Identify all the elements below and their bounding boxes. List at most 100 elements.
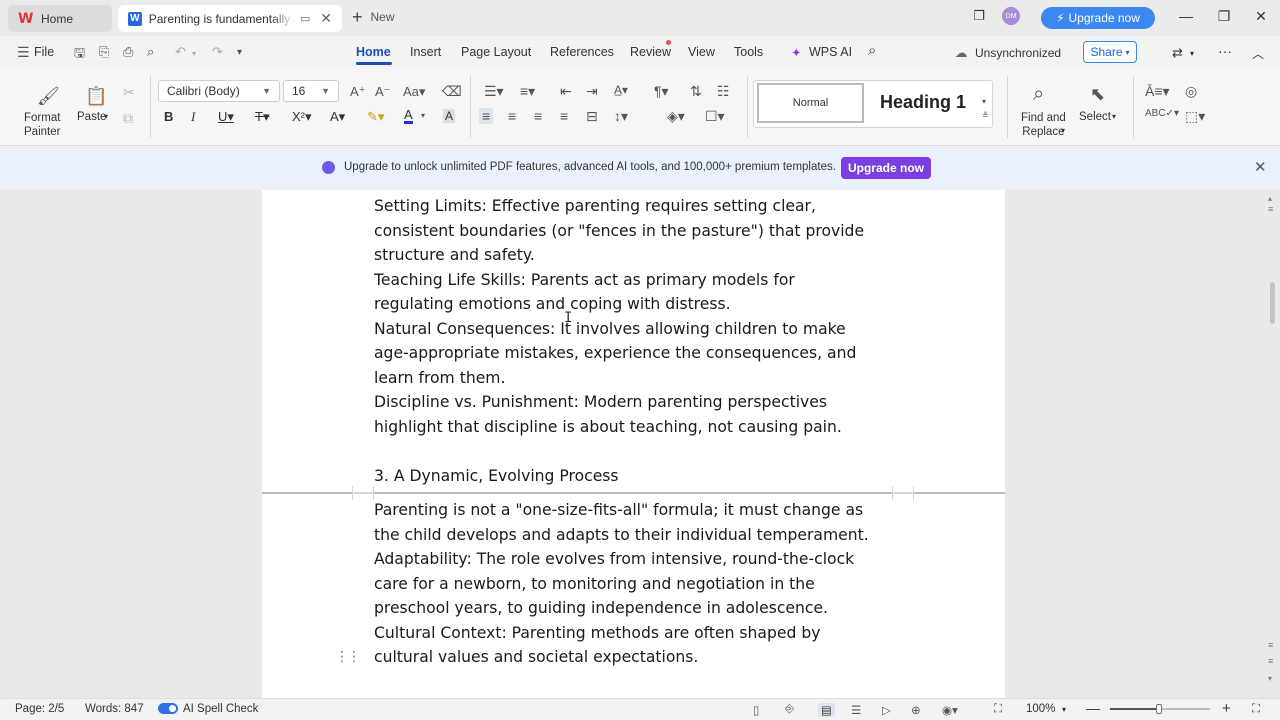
banner-upgrade-button[interactable]: Upgrade now xyxy=(841,157,931,179)
vertical-scrollbar[interactable] xyxy=(1266,190,1280,698)
increase-indent-icon[interactable]: ⇥ xyxy=(586,83,598,100)
collapse-ribbon-icon[interactable]: ︿ xyxy=(1252,45,1264,62)
find-replace-dropdown-icon[interactable]: ▾ xyxy=(1061,126,1065,135)
page2-body[interactable]: Parenting is not a "one-size-fits-all" f… xyxy=(374,498,914,670)
globe-icon[interactable]: ⊕ xyxy=(911,703,921,717)
close-banner-icon[interactable]: ✕ xyxy=(1254,158,1267,176)
layout-switch-icon[interactable]: ⇄ xyxy=(1172,45,1183,61)
menu-tools[interactable]: Tools xyxy=(734,45,763,59)
numbering-icon[interactable]: ≡▾ xyxy=(520,83,535,100)
distributed-icon[interactable]: ⊟ xyxy=(586,108,598,125)
underline-icon[interactable]: U▾ xyxy=(218,109,234,125)
paragraph-mark-icon[interactable]: ¶▾ xyxy=(654,83,669,100)
cut-icon[interactable]: ✂ xyxy=(123,84,135,101)
select-dropdown-icon[interactable]: ▾ xyxy=(1112,112,1116,121)
select-button[interactable]: Select xyxy=(1079,111,1111,123)
zoom-out-icon[interactable]: — xyxy=(1086,700,1100,716)
print-icon[interactable]: ⎙ xyxy=(123,44,133,60)
ai-writing-icon[interactable]: ◎ xyxy=(1185,83,1197,100)
next-page-icon[interactable]: ≡ xyxy=(1268,656,1273,666)
font-color-icon[interactable]: A xyxy=(404,108,413,124)
redo-icon[interactable]: ↷ xyxy=(212,44,223,60)
superscript-icon[interactable]: X²▾ xyxy=(292,109,312,125)
avatar[interactable]: DM xyxy=(1002,7,1020,25)
grow-font-icon[interactable]: A⁺ xyxy=(350,84,366,100)
borders-icon[interactable]: ☐▾ xyxy=(705,108,725,125)
align-center-icon[interactable]: ≡ xyxy=(508,108,516,124)
menu-view[interactable]: View xyxy=(688,45,715,59)
hamburger-icon[interactable]: ☰ xyxy=(17,44,30,61)
page-view-icon[interactable]: ▤ xyxy=(818,703,835,717)
bold-icon[interactable]: B xyxy=(164,109,173,124)
decrease-indent-icon[interactable]: ⇤ xyxy=(560,83,572,100)
menu-references[interactable]: References xyxy=(550,45,614,59)
window-layout-icon[interactable]: ❐ xyxy=(969,8,989,24)
window-mode-icon[interactable]: ▭ xyxy=(300,12,310,25)
more-quick-access-icon[interactable]: ▾ xyxy=(237,47,242,58)
sync-status[interactable]: Unsynchronized xyxy=(975,46,1061,60)
menu-page-layout[interactable]: Page Layout xyxy=(461,45,531,59)
text-effects-icon[interactable]: A▾ xyxy=(330,109,345,125)
page-indicator[interactable]: Page: 2/5 xyxy=(15,703,64,715)
share-button[interactable]: Share ▾ xyxy=(1083,41,1137,63)
font-color-dropdown-icon[interactable]: ▾ xyxy=(421,111,425,120)
spell-check-icon[interactable]: ABC✓▾ xyxy=(1145,108,1179,119)
read-mode-icon[interactable]: ▯ xyxy=(753,703,759,717)
ai-spell-check-toggle[interactable] xyxy=(158,703,178,714)
clear-formatting-icon[interactable]: ⌫ xyxy=(442,83,462,100)
find-replace-button[interactable]: Find and Replace xyxy=(1021,111,1066,139)
align-right-icon[interactable]: ≡ xyxy=(534,108,542,124)
eye-protection-icon[interactable]: ◉▾ xyxy=(942,703,958,717)
close-tab-icon[interactable]: ✕ xyxy=(320,10,332,27)
undo-icon[interactable]: ↶ xyxy=(175,44,186,60)
text-direction-icon[interactable]: A̲▾ xyxy=(614,83,628,97)
menu-wps-ai[interactable]: WPS AI xyxy=(809,45,852,59)
paste-button[interactable]: Paste xyxy=(77,111,106,123)
copy-icon[interactable]: ⧉ xyxy=(123,110,133,127)
bullets-icon[interactable]: ☰▾ xyxy=(484,83,504,100)
format-painter-button[interactable]: Format Painter xyxy=(24,111,60,139)
zoom-dropdown-icon[interactable]: ▾ xyxy=(1062,705,1066,714)
upgrade-now-button[interactable]: ⚡ Upgrade now xyxy=(1041,7,1155,29)
page1-body[interactable]: Setting Limits: Effective parenting requ… xyxy=(374,194,914,488)
layout-switch-dropdown-icon[interactable]: ▾ xyxy=(1190,49,1194,58)
more-options-icon[interactable]: ··· xyxy=(1218,43,1232,59)
tab-document[interactable]: W Parenting is fundamentally th ▭ ✕ xyxy=(118,5,342,32)
undo-dropdown-icon[interactable]: ▾ xyxy=(192,49,196,58)
style-heading-1[interactable]: Heading 1 xyxy=(880,92,966,113)
fit-page-icon[interactable]: ⛶ xyxy=(994,703,1002,716)
font-size-select[interactable]: 16 ▼ xyxy=(283,80,339,102)
previous-page-icon[interactable]: ≡ xyxy=(1268,204,1273,214)
restore-icon[interactable]: ❐ xyxy=(1214,8,1234,25)
justify-icon[interactable]: ≡ xyxy=(560,108,568,124)
fullscreen-icon[interactable]: ⛶ xyxy=(1252,703,1260,716)
font-family-select[interactable]: Calibri (Body) ▼ xyxy=(158,80,280,102)
menu-home[interactable]: Home xyxy=(356,45,391,59)
search-icon[interactable]: ⌕ xyxy=(868,42,876,59)
close-window-icon[interactable]: ✕ xyxy=(1251,8,1271,25)
web-layout-icon[interactable]: ⎆ xyxy=(785,703,794,716)
export-pdf-icon[interactable]: ⎘ xyxy=(99,44,109,60)
menu-insert[interactable]: Insert xyxy=(410,45,441,59)
text-tools-icon[interactable]: Ā≡▾ xyxy=(1145,83,1170,100)
drag-handle-icon[interactable]: ⋮⋮ xyxy=(335,648,361,665)
zoom-slider-handle[interactable] xyxy=(1156,704,1162,714)
new-tab-button[interactable]: + New xyxy=(352,8,395,26)
scroll-down-icon[interactable]: ▾ xyxy=(1268,674,1272,683)
tab-home[interactable]: W Home xyxy=(8,5,112,32)
style-normal[interactable]: Normal xyxy=(757,83,864,123)
sort-icon[interactable]: ⇅ xyxy=(690,83,702,100)
scroll-up-icon[interactable]: ▴ xyxy=(1268,194,1272,203)
word-count[interactable]: Words: 847 xyxy=(85,703,144,715)
browse-object-icon[interactable]: ≡ xyxy=(1268,640,1273,650)
save-icon[interactable]: 🖫 xyxy=(74,44,85,66)
shrink-font-icon[interactable]: A⁻ xyxy=(375,84,391,100)
zoom-level[interactable]: 100% xyxy=(1026,703,1055,715)
menu-review[interactable]: Review xyxy=(630,45,671,59)
styles-scroll-icon[interactable]: ▾ xyxy=(982,97,986,106)
scroll-thumb[interactable] xyxy=(1270,282,1275,324)
styles-more-icon[interactable]: ≚ xyxy=(982,111,989,120)
outline-icon[interactable]: ☰ xyxy=(851,703,861,717)
paste-dropdown-icon[interactable]: ▾ xyxy=(104,112,108,121)
zoom-in-icon[interactable]: + xyxy=(1222,700,1231,717)
